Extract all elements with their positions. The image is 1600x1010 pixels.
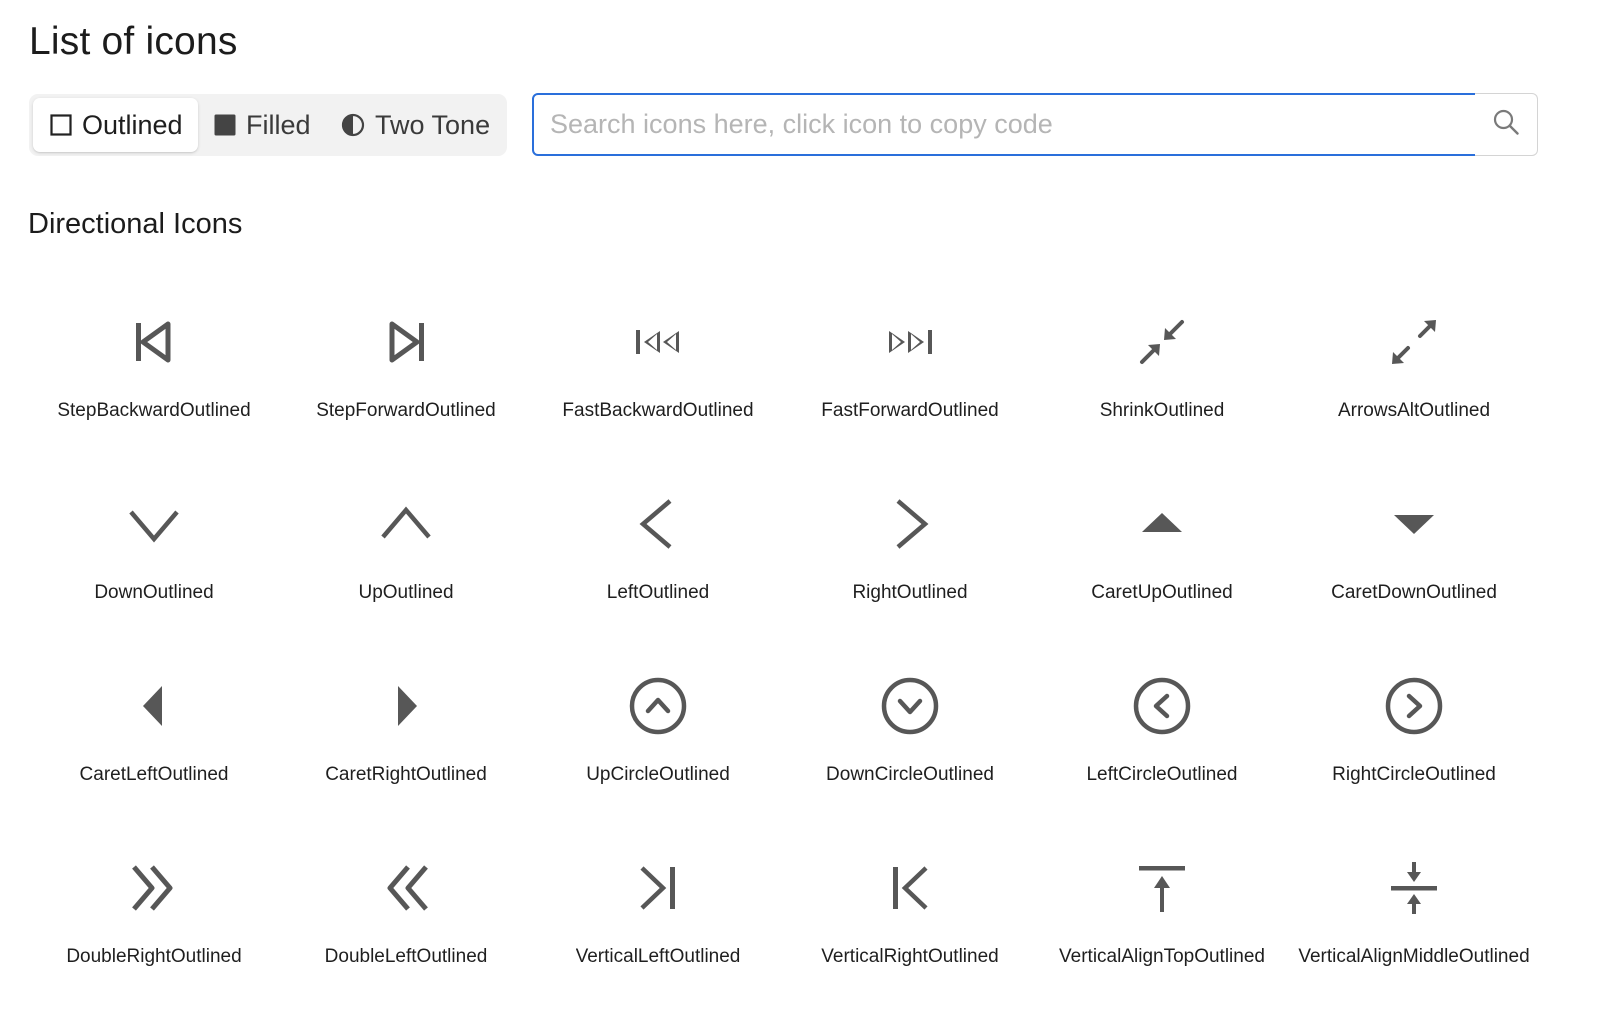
page-title: List of icons [29, 20, 238, 63]
icon-label: StepForwardOutlined [316, 400, 496, 421]
step-forward-icon [374, 310, 438, 374]
theme-option-label: Filled [246, 109, 311, 140]
up-icon [374, 492, 438, 556]
icon-card[interactable]: UpCircleOutlined [532, 646, 784, 828]
half-circle-icon [341, 113, 375, 137]
up-circle-icon [626, 674, 690, 738]
theme-option-label: Two Tone [375, 109, 491, 140]
down-circle-icon [878, 674, 942, 738]
down-icon [122, 492, 186, 556]
icon-card[interactable]: StepBackwardOutlined [28, 282, 280, 464]
icon-label: DoubleRightOutlined [66, 946, 242, 967]
theme-option-label: Outlined [82, 109, 183, 140]
icon-label: VerticalLeftOutlined [575, 946, 741, 967]
icon-card[interactable]: CaretRightOutlined [280, 646, 532, 828]
arrows-alt-icon [1382, 310, 1446, 374]
icon-label: FastForwardOutlined [821, 400, 999, 421]
icon-label: DownOutlined [94, 582, 214, 603]
icon-card[interactable]: CaretUpOutlined [1036, 464, 1288, 646]
icon-card[interactable]: VerticalAlignTopOutlined [1036, 828, 1288, 1010]
icon-card[interactable]: StepForwardOutlined [280, 282, 532, 464]
icon-card[interactable]: FastBackwardOutlined [532, 282, 784, 464]
icon-card[interactable]: CaretDownOutlined [1288, 464, 1540, 646]
double-left-icon [374, 856, 438, 920]
right-circle-icon [1382, 674, 1446, 738]
icon-label: RightOutlined [852, 582, 968, 603]
vertical-align-middle-icon [1382, 856, 1446, 920]
right-icon [878, 492, 942, 556]
search-input[interactable] [532, 93, 1477, 156]
icon-label: LeftCircleOutlined [1086, 764, 1238, 785]
icon-card[interactable]: UpOutlined [280, 464, 532, 646]
theme-option-outlined[interactable]: Outlined [33, 98, 198, 152]
square-filled-icon [214, 114, 246, 136]
icon-label: UpOutlined [358, 582, 454, 603]
icon-label: UpCircleOutlined [586, 764, 730, 785]
icon-card[interactable]: DownOutlined [28, 464, 280, 646]
vertical-left-icon [626, 856, 690, 920]
theme-toggle: Outlined Filled Two Tone [29, 94, 507, 156]
icon-label: DoubleLeftOutlined [324, 946, 488, 967]
caret-right-icon [374, 674, 438, 738]
icon-label: CaretRightOutlined [325, 764, 487, 785]
icon-card[interactable]: VerticalLeftOutlined [532, 828, 784, 1010]
fast-forward-icon [878, 310, 942, 374]
icon-card[interactable]: VerticalRightOutlined [784, 828, 1036, 1010]
search-button[interactable] [1475, 93, 1538, 156]
icon-card[interactable]: ShrinkOutlined [1036, 282, 1288, 464]
icon-grid: StepBackwardOutlined StepForwardOutlined F… [28, 282, 1540, 1010]
icon-card[interactable]: CaretLeftOutlined [28, 646, 280, 828]
icon-card[interactable]: DownCircleOutlined [784, 646, 1036, 828]
icon-label: LeftOutlined [606, 582, 710, 603]
icon-label: CaretLeftOutlined [79, 764, 229, 785]
double-right-icon [122, 856, 186, 920]
icon-label: DownCircleOutlined [826, 764, 994, 785]
theme-option-filled[interactable]: Filled [200, 98, 328, 152]
icon-label: VerticalRightOutlined [821, 946, 999, 967]
fast-backward-icon [626, 310, 690, 374]
left-icon [626, 492, 690, 556]
caret-up-icon [1130, 492, 1194, 556]
vertical-align-top-icon [1130, 856, 1194, 920]
step-backward-icon [122, 310, 186, 374]
icon-label: StepBackwardOutlined [57, 400, 251, 421]
icon-label: VerticalAlignMiddleOutlined [1298, 946, 1530, 967]
icon-card[interactable]: LeftCircleOutlined [1036, 646, 1288, 828]
icon-label: ArrowsAltOutlined [1337, 400, 1491, 421]
icon-label: VerticalAlignTopOutlined [1059, 946, 1265, 967]
icon-card[interactable]: LeftOutlined [532, 464, 784, 646]
vertical-right-icon [878, 856, 942, 920]
section-title: Directional Icons [28, 208, 243, 240]
square-outline-icon [50, 114, 82, 136]
icon-card[interactable]: DoubleLeftOutlined [280, 828, 532, 1010]
icon-label: CaretDownOutlined [1331, 582, 1497, 603]
icon-label: CaretUpOutlined [1091, 582, 1233, 603]
icon-card[interactable]: RightCircleOutlined [1288, 646, 1540, 828]
caret-down-icon [1382, 492, 1446, 556]
search-icon [1492, 108, 1520, 141]
icon-label: ShrinkOutlined [1099, 400, 1225, 421]
icon-card[interactable]: VerticalAlignMiddleOutlined [1288, 828, 1540, 1010]
theme-option-two-tone[interactable]: Two Tone [328, 98, 503, 152]
icon-card[interactable]: RightOutlined [784, 464, 1036, 646]
icon-label: RightCircleOutlined [1332, 764, 1496, 785]
caret-left-icon [122, 674, 186, 738]
left-circle-icon [1130, 674, 1194, 738]
icon-card[interactable]: FastForwardOutlined [784, 282, 1036, 464]
icon-label: FastBackwardOutlined [562, 400, 754, 421]
shrink-icon [1130, 310, 1194, 374]
icon-card[interactable]: DoubleRightOutlined [28, 828, 280, 1010]
search-bar [532, 93, 1538, 156]
icon-card[interactable]: ArrowsAltOutlined [1288, 282, 1540, 464]
